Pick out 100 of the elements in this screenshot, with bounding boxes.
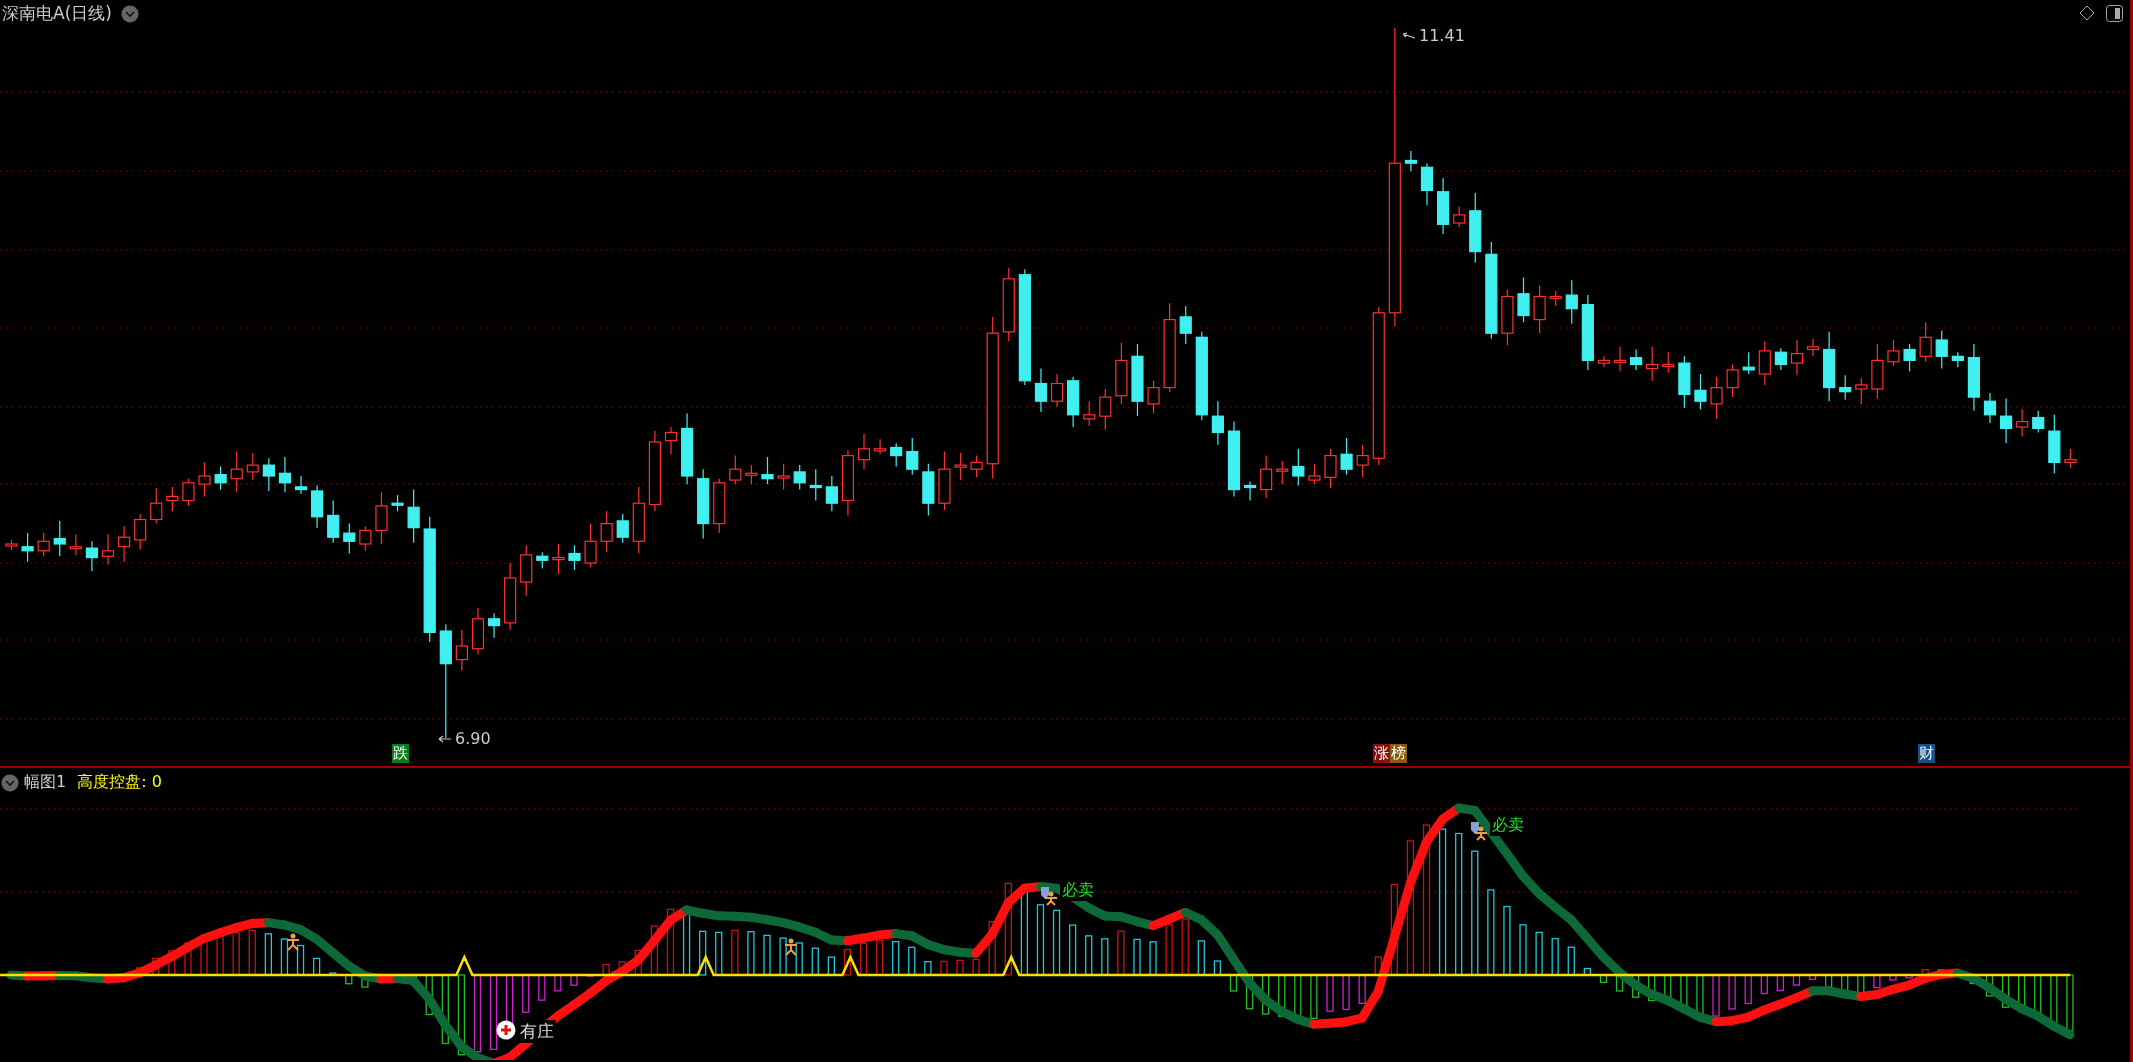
candlestick	[407, 489, 420, 544]
dropdown-icon[interactable]	[121, 5, 139, 23]
event-tag[interactable]: 榜	[1390, 744, 1407, 763]
candlestick	[777, 463, 790, 491]
candlestick	[1967, 343, 1980, 412]
candlestick	[1115, 342, 1128, 405]
candlestick	[198, 461, 211, 497]
candlestick	[713, 478, 726, 534]
sell-signal-label: 必卖	[1490, 815, 1526, 836]
candlestick	[1758, 340, 1771, 386]
candlestick	[230, 450, 243, 493]
candlestick	[568, 544, 581, 571]
candlestick	[793, 464, 806, 491]
candlestick	[697, 468, 710, 540]
candlestick	[729, 455, 742, 485]
candlestick	[1437, 177, 1450, 235]
candlestick	[471, 607, 485, 655]
candlestick	[1517, 276, 1530, 323]
candlestick	[375, 491, 388, 545]
candlestick	[1999, 397, 2013, 444]
candlestick	[1983, 392, 1997, 424]
low-price-label: 6.90	[455, 729, 491, 748]
candlestick	[1276, 460, 1289, 485]
candlestick	[262, 457, 275, 492]
candlestick	[1147, 380, 1160, 415]
candlestick	[922, 463, 935, 517]
candlestick	[1710, 376, 1723, 420]
candlestick	[37, 532, 50, 557]
candlestick	[2064, 448, 2077, 469]
candlestick	[890, 442, 903, 468]
candlestick	[1549, 290, 1562, 307]
candlestick	[101, 533, 115, 565]
candlestick	[1790, 339, 1804, 376]
candlestick	[504, 562, 517, 631]
candlestick	[2032, 410, 2045, 434]
candlestick	[1324, 448, 1337, 489]
candlestick	[5, 539, 18, 551]
event-tag[interactable]: 涨	[1373, 744, 1390, 763]
candlestick	[1034, 367, 1048, 413]
candlestick	[1742, 351, 1755, 375]
candlestick	[1533, 285, 1546, 334]
sell-signal-label: 必卖	[1060, 880, 1096, 901]
figure-icon	[783, 938, 799, 956]
candlestick	[584, 523, 597, 568]
candlestick	[1806, 338, 1820, 357]
candlestick	[278, 456, 292, 493]
candlestick	[85, 540, 99, 572]
candlestick	[182, 478, 195, 507]
candlestick	[294, 475, 308, 495]
pointer-arrow-icon	[1402, 31, 1416, 40]
candlestick	[616, 513, 629, 544]
candlestick	[455, 629, 468, 672]
event-tag[interactable]: 跌	[392, 744, 409, 763]
shield-figure-icon	[1470, 821, 1488, 841]
candlestick	[938, 450, 951, 511]
candlestick	[552, 543, 565, 575]
candlestick	[118, 525, 131, 563]
shield-figure-icon	[1040, 886, 1058, 906]
candlestick	[1501, 289, 1514, 347]
candlestick	[359, 525, 372, 552]
candlestick	[1887, 339, 1900, 367]
candlestick	[1871, 343, 1884, 400]
candlestick	[1050, 373, 1064, 408]
chart-title: 深南电A(日线)	[2, 2, 112, 25]
candlestick	[1823, 331, 1836, 402]
candlestick	[1179, 305, 1192, 345]
candlestick	[1404, 150, 1417, 172]
candlestick	[1774, 347, 1787, 371]
candlestick	[134, 513, 147, 551]
figure-icon	[285, 933, 301, 951]
candlestick	[1694, 373, 1707, 410]
candlestick	[1646, 346, 1659, 382]
candlestick	[391, 494, 404, 512]
candlestick	[2016, 408, 2029, 438]
candlestick	[906, 437, 919, 476]
candlestick	[841, 449, 855, 517]
candlestick	[1453, 206, 1466, 228]
candlestick	[520, 544, 533, 597]
candlestick	[1308, 463, 1321, 485]
candlestick	[1919, 321, 1932, 363]
left-arrow-icon	[438, 734, 452, 743]
dropdown-icon[interactable]	[1, 773, 19, 792]
candlestick	[343, 523, 356, 555]
diamond-icon[interactable]	[2079, 5, 2095, 21]
candlestick	[857, 433, 871, 470]
candlestick	[1855, 377, 1868, 405]
candlestick	[1839, 374, 1852, 401]
panel-toggle-icon[interactable]	[2106, 5, 2123, 22]
candlestick	[1211, 400, 1224, 446]
candlestick	[2048, 414, 2061, 474]
candlestick	[664, 426, 678, 455]
indicator-value: 高度控盘: 0	[77, 772, 162, 793]
candlestick	[166, 486, 179, 512]
candlestick	[21, 532, 34, 563]
candlestick	[1099, 388, 1112, 431]
candlestick	[825, 475, 838, 512]
candlestick	[1356, 444, 1369, 478]
candlestick	[1420, 162, 1434, 206]
candlestick	[1243, 480, 1257, 502]
event-tag[interactable]: 财	[1918, 744, 1935, 763]
